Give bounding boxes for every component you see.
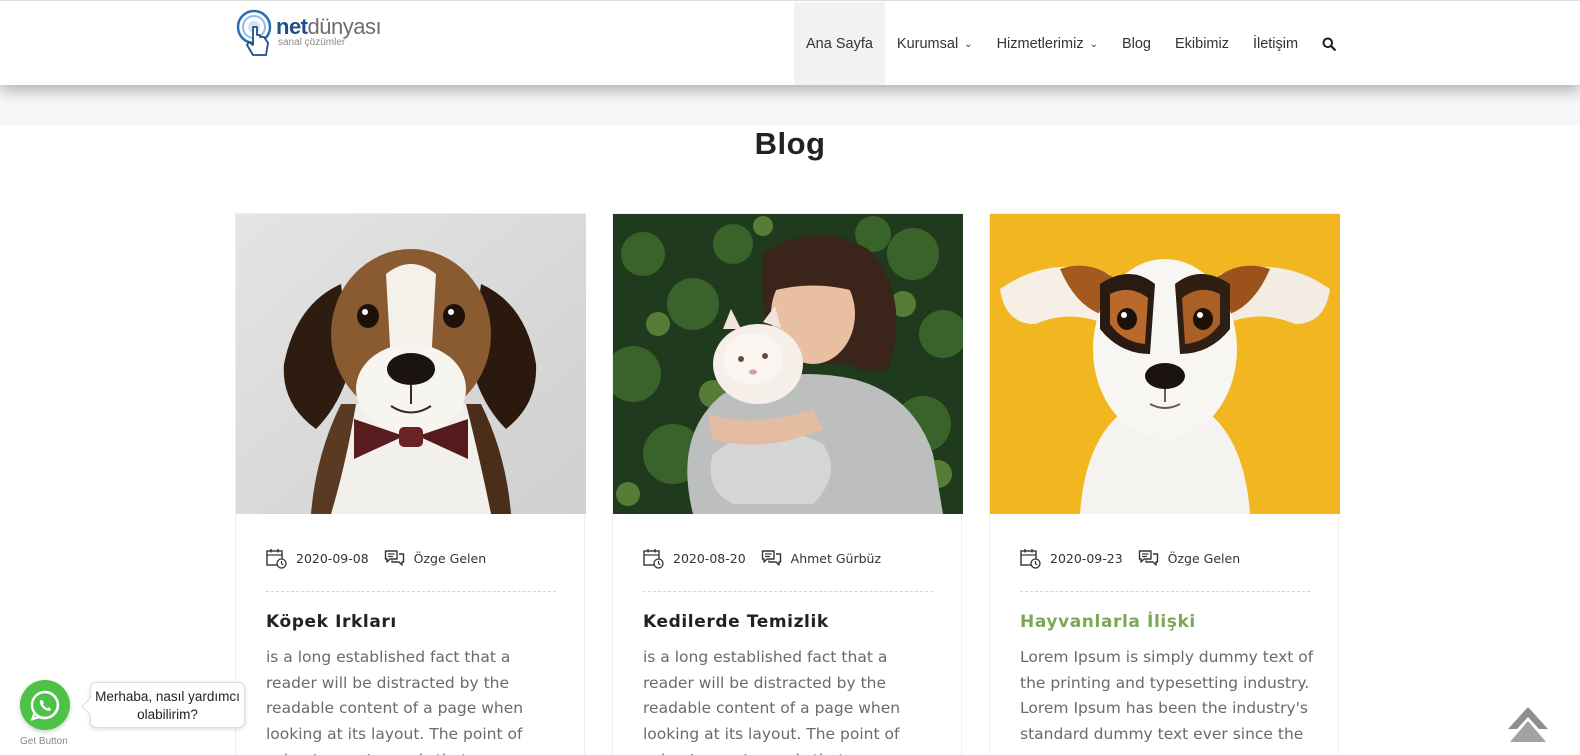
nav-item-kurumsal[interactable]: Kurumsal ⌄ [885,2,985,85]
post-author[interactable]: Özge Gelen [414,551,486,566]
nav-item-ana-sayfa[interactable]: Ana Sayfa [794,2,885,85]
nav-label: Hizmetlerimiz [996,35,1084,52]
whatsapp-greeting-bubble[interactable]: Merhaba, nasıl yardımcı olabilirim? [90,682,245,728]
arrow-up-icon[interactable] [1506,705,1550,745]
nav-label: Kurumsal [896,35,959,52]
post-title[interactable]: Hayvanlarla İlişki [1020,612,1196,632]
nav-label: Ekibimiz [1174,35,1229,52]
blog-card-image-beagle[interactable] [236,214,586,514]
post-title[interactable]: Kedilerde Temizlik [643,612,829,632]
post-author[interactable]: Ahmet Gürbüz [791,551,881,566]
post-meta: 2020-08-20 Ahmet Gürbüz [643,548,881,569]
calendar-icon [643,549,664,569]
page-title: Blog [754,126,826,161]
site-logo[interactable]: netdünyası sanal çözümler [236,9,396,65]
calendar-icon [266,549,287,569]
card-divider [643,591,933,592]
card-divider [1020,591,1310,592]
post-excerpt: is a long established fact that a reader… [643,648,901,755]
nav-item-iletisim[interactable]: İletişim [1241,2,1310,85]
card-divider [266,591,556,592]
logo-brand-light: dünyası [307,14,382,39]
chevron-down-icon: ⌄ [964,39,973,50]
post-date: 2020-09-23 [1050,551,1123,566]
comment-author-icon [1138,550,1158,566]
comment-author-icon [761,550,781,566]
nav-label: Blog [1121,35,1151,52]
post-excerpt: Lorem Ipsum is simply dummy text of the … [1020,648,1314,744]
blog-card-image-cat[interactable] [613,214,963,514]
nav-item-hizmetlerimiz[interactable]: Hizmetlerimiz ⌄ [985,2,1110,85]
nav-item-blog[interactable]: Blog [1110,2,1163,85]
post-meta: 2020-09-23 Özge Gelen [1020,548,1240,569]
whatsapp-chat-button[interactable] [20,680,70,730]
site-header: netdünyası sanal çözümler Ana Sayfa Kuru… [0,0,1580,85]
nav-label: Ana Sayfa [806,35,873,52]
blog-card: 2020-09-08 Özge Gelen Köpek Irkları is a… [235,213,586,755]
calendar-icon [1020,549,1041,569]
chevron-down-icon: ⌄ [1089,39,1098,50]
logo-tagline: sanal çözümler [278,37,346,48]
blog-card-image-terrier[interactable] [990,214,1340,514]
woman-with-cat-image [613,214,963,514]
post-author[interactable]: Özge Gelen [1168,551,1240,566]
post-meta: 2020-09-08 Özge Gelen [266,548,486,569]
comment-author-icon [384,550,404,566]
jack-russell-image [990,214,1340,514]
post-title[interactable]: Köpek Irkları [266,612,397,632]
header-band [0,85,1580,125]
beagle-puppy-image [236,214,586,514]
search-button[interactable] [1310,2,1348,85]
post-excerpt: is a long established fact that a reader… [266,648,524,755]
post-date: 2020-09-08 [296,551,369,566]
blog-card: 2020-09-23 Özge Gelen Hayvanlarla İlişki… [989,213,1340,755]
post-date: 2020-08-20 [673,551,746,566]
nav-item-ekibimiz[interactable]: Ekibimiz [1163,2,1241,85]
logo-wordmark: netdünyası [276,14,382,39]
whatsapp-icon [30,690,60,721]
get-button-label[interactable]: Get Button [20,736,80,747]
blog-card: 2020-08-20 Ahmet Gürbüz Kedilerde Temizl… [612,213,963,755]
nav-label: İletişim [1252,35,1299,52]
search-icon [1322,37,1336,51]
logo-brand-bold: net [276,14,308,39]
pointer-hand-logo-icon [236,9,272,56]
main-nav: Ana Sayfa Kurumsal ⌄ Hizmetlerimiz ⌄ Blog … [794,2,1348,85]
